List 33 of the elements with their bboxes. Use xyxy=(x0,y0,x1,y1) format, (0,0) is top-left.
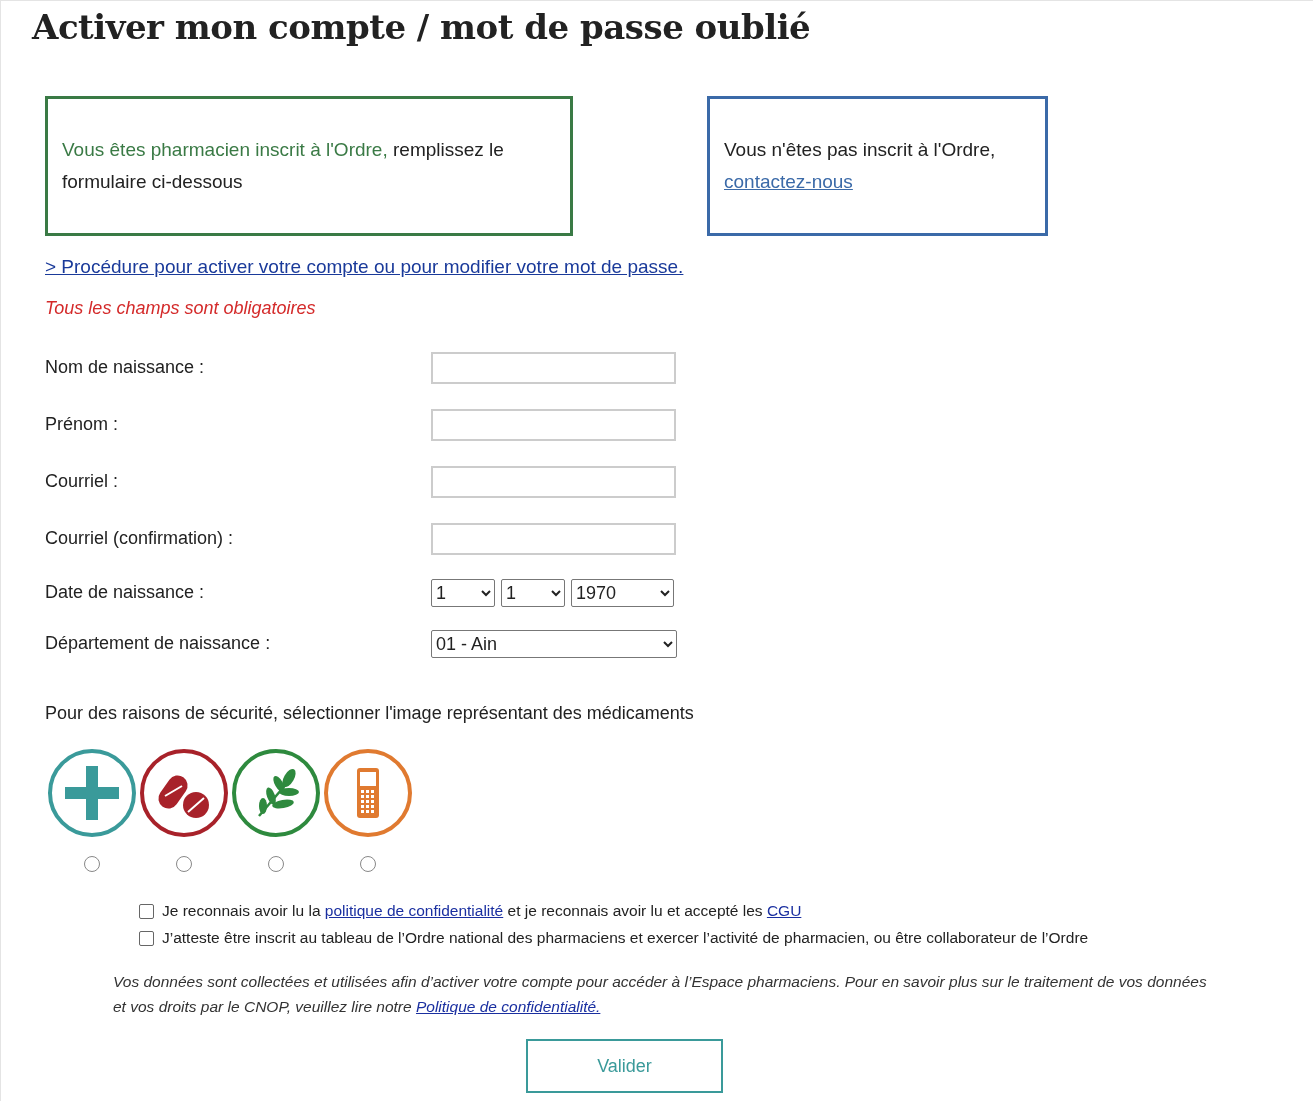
field-label: Date de naissance : xyxy=(45,582,206,603)
security-prompt: Pour des raisons de sécurité, sélectionner l'image représentant des médicaments xyxy=(45,703,695,724)
policy-link[interactable]: CGU xyxy=(766,902,802,919)
info-text: Vous êtes pharmacien inscrit à l'Ordre, remplissez le formulaire ci-dessous xyxy=(62,138,505,194)
input-field[interactable] xyxy=(431,522,676,555)
date-select[interactable]: 1 xyxy=(501,578,565,607)
procedure-link[interactable]: > Procédure pour activer votre compte ou pour modifier votre mot de passe. xyxy=(45,256,684,278)
contact-link[interactable]: contactez-nous xyxy=(724,171,853,192)
department-select[interactable]: 01 - Ain xyxy=(431,629,677,658)
input-field[interactable] xyxy=(431,408,676,441)
consent-text: Je reconnais avoir lu la politique de confidentialité et je reconnais avoir lu et accepté les CGU xyxy=(162,902,802,920)
field-label: Courriel : xyxy=(45,471,120,492)
field-label: Nom de naissance : xyxy=(45,357,206,378)
field-label: Département de naissance : xyxy=(45,633,272,654)
input-field[interactable] xyxy=(431,465,676,498)
date-select[interactable]: 1970 xyxy=(571,578,674,607)
checkbox[interactable] xyxy=(139,903,154,919)
security-image[interactable] xyxy=(323,748,413,838)
security-image[interactable] xyxy=(231,748,321,838)
field-label: Courriel (confirmation) : xyxy=(45,528,235,549)
date-select[interactable]: 1 xyxy=(431,578,495,607)
security-image[interactable] xyxy=(139,748,229,838)
policy-link[interactable]: Politique de confidentialité. xyxy=(415,998,601,1015)
page-title: Activer mon compte / mot de passe oublié xyxy=(32,7,812,47)
input-field[interactable] xyxy=(431,351,676,384)
privacy-note: Vos données sont collectées et utilisées afin d’activer votre compte pour accéder à l’Espace pharmaciens. Pour en savoir plus sur le traitement de vos données et vos droits par le CNOP, veuillez lire notre Politique de confidentialité. xyxy=(113,972,1208,1017)
consent-text: J’atteste être inscrit au tableau de l’Ordre national des pharmaciens et exercer l’activité de pharmacien, ou être collaborateur de l’Ordre xyxy=(162,929,1089,947)
security-image[interactable] xyxy=(47,748,137,838)
checkbox[interactable] xyxy=(139,930,154,946)
required-note: Tous les champs sont obligatoires xyxy=(45,298,317,319)
field-label: Prénom : xyxy=(45,414,120,435)
policy-link[interactable]: politique de confidentialité xyxy=(324,902,504,919)
info-text: Vous n'êtes pas inscrit à l'Ordre, contactez-nous xyxy=(724,138,997,194)
